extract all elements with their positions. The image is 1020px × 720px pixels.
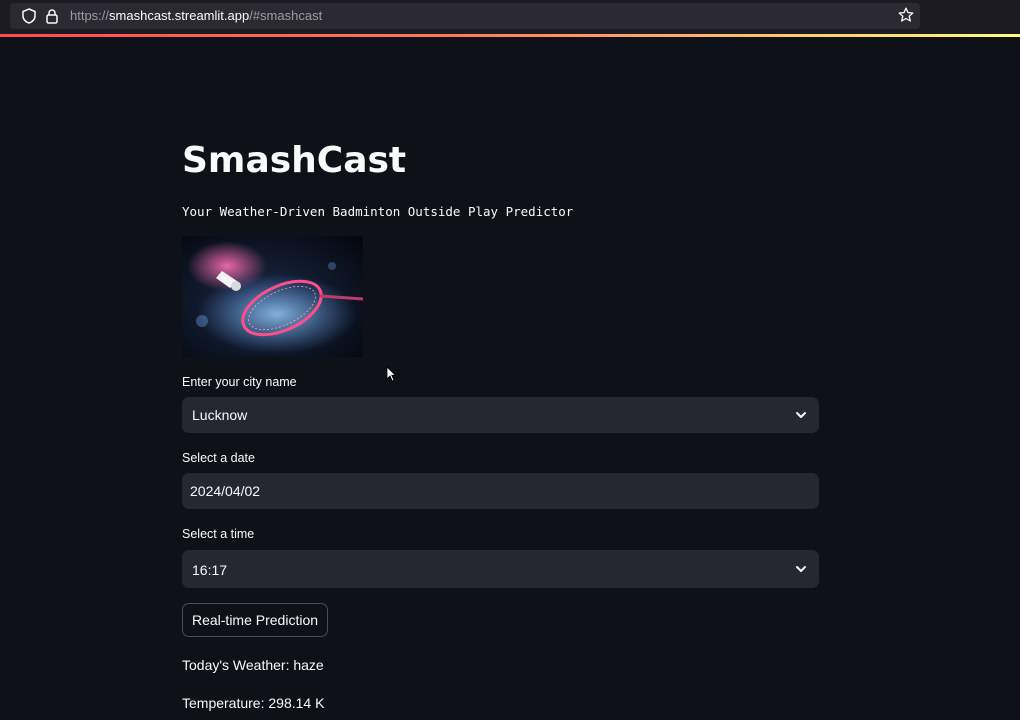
hero-image xyxy=(182,236,364,357)
city-select[interactable]: Lucknow xyxy=(182,397,819,433)
time-select[interactable]: 16:17 xyxy=(182,550,819,588)
date-label: Select a date xyxy=(182,451,255,465)
city-label: Enter your city name xyxy=(182,375,297,389)
url-text[interactable]: https://smashcast.streamlit.app/#smashca… xyxy=(70,8,322,23)
shield-icon[interactable] xyxy=(22,8,36,29)
browser-toolbar: https://smashcast.streamlit.app/#smashca… xyxy=(0,0,1020,34)
address-bar[interactable]: https://smashcast.streamlit.app/#smashca… xyxy=(10,3,920,29)
bookmark-star-icon[interactable] xyxy=(898,7,914,28)
page-title: SmashCast xyxy=(182,140,407,181)
url-host: smashcast.streamlit.app xyxy=(109,8,250,23)
page-subtitle: Your Weather-Driven Badminton Outside Pl… xyxy=(182,204,574,219)
weather-result: Today's Weather: haze xyxy=(182,657,324,673)
time-value: 16:17 xyxy=(192,562,228,578)
chevron-down-icon[interactable] xyxy=(795,408,807,427)
mouse-pointer-icon xyxy=(386,366,397,387)
date-input[interactable]: 2024/04/02 xyxy=(182,473,819,509)
date-value: 2024/04/02 xyxy=(190,483,261,499)
real-time-prediction-button[interactable]: Real-time Prediction xyxy=(182,603,328,637)
url-path: /#smashcast xyxy=(249,8,323,23)
lock-icon[interactable] xyxy=(46,8,58,29)
time-label: Select a time xyxy=(182,527,255,541)
url-prefix: https:// xyxy=(70,8,110,23)
header-decoration-stripe xyxy=(0,34,1020,37)
chevron-down-icon[interactable] xyxy=(795,562,807,581)
city-value: Lucknow xyxy=(192,407,248,423)
temperature-result: Temperature: 298.14 K xyxy=(182,695,325,711)
